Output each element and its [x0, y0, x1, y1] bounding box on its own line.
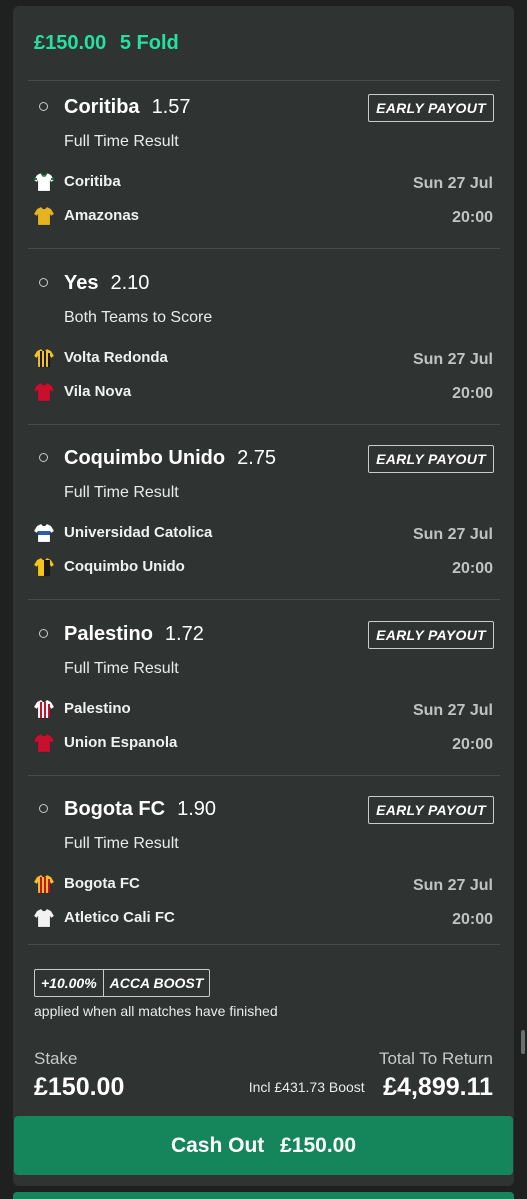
- return-boost-text: Incl £431.73 Boost: [248, 1079, 365, 1095]
- pick-odds: 1.90: [177, 798, 217, 820]
- bet-card: £150.00 5 Fold Coritiba 1.57 Full Time Re…: [13, 6, 514, 1186]
- match-time: 20:00: [452, 384, 493, 402]
- early-payout-badge: EARLY PAYOUT: [368, 94, 494, 122]
- pick-odds: 2.75: [237, 447, 277, 469]
- stake-label: Stake: [34, 1049, 78, 1068]
- next-card-edge: [13, 1192, 514, 1199]
- return-row: Incl £431.73 Boost £4,899.11: [249, 1073, 493, 1102]
- match-time: 20:00: [452, 735, 493, 753]
- selection-status-icon: [39, 102, 48, 111]
- away-kit-icon: [33, 557, 55, 577]
- away-kit-icon: [33, 733, 55, 753]
- divider: [28, 944, 500, 945]
- divider: [28, 248, 500, 249]
- match-time: 20:00: [452, 560, 493, 577]
- home-team-name: Volta Redonda: [64, 348, 168, 366]
- away-kit-icon: [33, 908, 55, 928]
- home-kit-icon: [33, 699, 55, 719]
- pick-name: Coritiba: [64, 96, 140, 118]
- home-kit-icon: [33, 348, 55, 368]
- cash-out-amount: £150.00: [280, 1134, 357, 1157]
- early-payout-badge: EARLY PAYOUT: [368, 445, 494, 473]
- match-date: Sun 27 Jul: [412, 701, 493, 719]
- market-name: Both Teams to Score: [64, 308, 213, 326]
- match-date: Sun 27 Jul: [412, 877, 493, 894]
- home-team-name: Bogota FC: [64, 875, 140, 892]
- bet-header: £150.00 5 Fold: [34, 32, 179, 55]
- selection-pick: Coritiba 1.57: [64, 96, 191, 119]
- market-name: Full Time Result: [64, 133, 179, 150]
- away-team-name: Vila Nova: [64, 382, 132, 400]
- divider: [28, 599, 500, 600]
- match-time: 20:00: [452, 911, 493, 928]
- bet-type: 5 Fold: [119, 32, 179, 54]
- boost-percent: +10.00%: [35, 970, 104, 996]
- market-name: Full Time Result: [64, 484, 179, 501]
- early-payout-badge: EARLY PAYOUT: [368, 796, 494, 824]
- selection-pick: Yes 2.10: [64, 272, 149, 295]
- return-label: Total To Return: [378, 1049, 493, 1068]
- boost-label: ACCA BOOST: [109, 975, 204, 991]
- return-value: £4,899.11: [383, 1073, 493, 1101]
- pick-odds: 1.72: [164, 622, 204, 645]
- match-date: Sun 27 Jul: [412, 526, 493, 543]
- home-team-name: Palestino: [64, 699, 131, 717]
- match-date: Sun 27 Jul: [412, 175, 493, 192]
- selection-status-icon: [39, 453, 48, 462]
- away-team-name: Coquimbo Unido: [64, 558, 185, 575]
- selection-item: Coritiba 1.57 Full Time Result EARLY PAYO…: [13, 81, 514, 251]
- divider: [28, 423, 500, 425]
- divider: [28, 774, 500, 776]
- home-kit-icon: [33, 172, 55, 192]
- pick-name: Bogota FC: [64, 798, 166, 820]
- away-kit-icon: [33, 206, 55, 226]
- selection-item: Yes 2.10 Both Teams to Score Volta Redond…: [13, 257, 514, 427]
- market-name: Full Time Result: [64, 659, 179, 677]
- market-name: Full Time Result: [64, 835, 179, 852]
- selection-pick: Palestino 1.72: [64, 623, 204, 646]
- home-kit-icon: [33, 523, 55, 543]
- home-kit-icon: [33, 874, 55, 894]
- pick-odds: 1.57: [151, 96, 191, 118]
- stake-value: £150.00: [34, 1073, 125, 1101]
- match-time: 20:00: [452, 209, 493, 226]
- pick-name: Yes: [64, 271, 99, 294]
- away-team-name: Amazonas: [64, 207, 140, 224]
- selection-status-icon: [39, 804, 48, 813]
- boost-note: applied when all matches have finished: [34, 1003, 278, 1019]
- cash-out-label: Cash Out: [170, 1134, 265, 1157]
- bet-header-stake: £150.00: [34, 32, 107, 54]
- pick-name: Coquimbo Unido: [64, 447, 226, 469]
- selection-pick: Coquimbo Unido 2.75: [64, 447, 276, 470]
- pick-odds: 2.10: [110, 271, 150, 294]
- scrollbar-thumb[interactable]: [521, 1030, 525, 1054]
- selection-item: Bogota FC 1.90 Full Time Result EARLY PAY…: [13, 783, 514, 953]
- home-team-name: Universidad Catolica: [64, 524, 213, 541]
- away-team-name: Atletico Cali FC: [64, 909, 175, 926]
- selection-item: Palestino 1.72 Full Time Result EARLY PAY…: [13, 608, 514, 778]
- pick-name: Palestino: [64, 622, 153, 645]
- cash-out-button[interactable]: Cash Out £150.00: [14, 1116, 513, 1175]
- selection-status-icon: [39, 277, 48, 287]
- acca-boost-badge: +10.00% ACCA BOOST: [34, 969, 211, 997]
- selection-item: Coquimbo Unido 2.75 Full Time Result EARL…: [13, 432, 514, 602]
- selection-status-icon: [39, 628, 48, 638]
- home-team-name: Coritiba: [64, 173, 121, 190]
- away-team-name: Union Espanola: [64, 733, 178, 751]
- early-payout-badge: EARLY PAYOUT: [368, 620, 494, 649]
- match-date: Sun 27 Jul: [412, 350, 493, 368]
- away-kit-icon: [33, 382, 55, 402]
- selection-pick: Bogota FC 1.90: [64, 798, 216, 821]
